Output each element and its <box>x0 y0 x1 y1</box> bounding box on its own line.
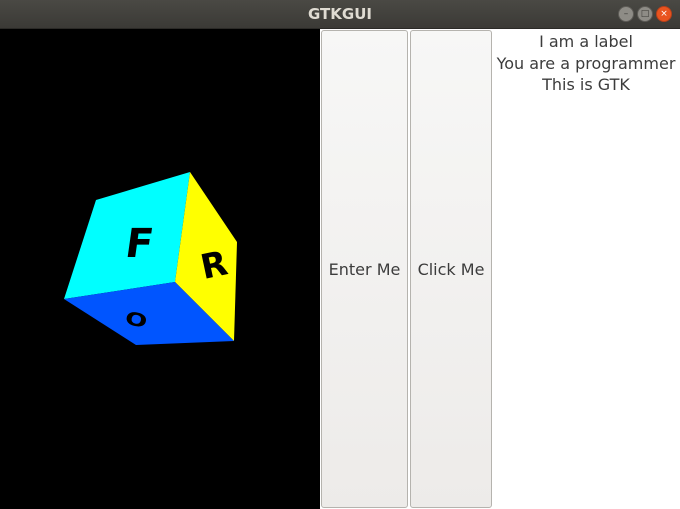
cube-letter-bottom: O <box>123 308 149 333</box>
opengl-canvas[interactable]: F R O <box>0 29 320 509</box>
enter-me-label: Enter Me <box>328 259 401 279</box>
label-line-2: You are a programmer <box>496 53 676 73</box>
minimize-icon[interactable]: – <box>618 6 634 22</box>
maximize-icon[interactable]: □ <box>637 6 653 22</box>
label-line-3: This is GTK <box>542 75 630 94</box>
click-me-button[interactable]: Click Me <box>410 30 492 508</box>
minimize-glyph: – <box>623 9 629 19</box>
close-icon[interactable]: × <box>656 6 672 22</box>
window-title: GTKGUI <box>308 5 372 23</box>
maximize-glyph: □ <box>640 9 650 19</box>
label-stack: I am a label You are a programmer This i… <box>492 31 680 96</box>
label-line-1: I am a label <box>539 32 633 51</box>
enter-me-button[interactable]: Enter Me <box>321 30 408 508</box>
click-me-label: Click Me <box>417 259 485 279</box>
title-bar[interactable]: GTKGUI – □ × <box>0 0 680 29</box>
app-window: GTKGUI – □ × F R O Enter Me Click Me I a… <box>0 0 680 509</box>
close-glyph: × <box>660 9 668 19</box>
cube-drawing: F R O <box>64 172 237 345</box>
